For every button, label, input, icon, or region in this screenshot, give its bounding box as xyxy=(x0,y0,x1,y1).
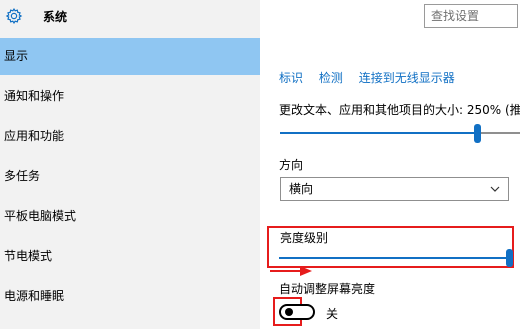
title-bar: 系统 xyxy=(0,0,260,34)
orientation-dropdown[interactable]: 横向 xyxy=(280,177,509,201)
gear-icon[interactable] xyxy=(5,7,23,25)
app-title: 系统 xyxy=(43,10,68,24)
sidebar: 系统 显示 通知和操作 应用和功能 多任务 平板电脑模式 节电模式 电源和睡眠 xyxy=(0,0,260,329)
auto-brightness-toggle[interactable] xyxy=(279,304,315,320)
sidebar-item-display[interactable]: 显示 xyxy=(0,38,260,75)
brightness-slider-track[interactable] xyxy=(279,257,511,259)
scale-label: 更改文本、应用和其他项目的大小: 250% (推 xyxy=(279,103,520,117)
orientation-value: 横向 xyxy=(289,182,314,196)
chevron-down-icon xyxy=(490,186,500,192)
sidebar-item-battery-saver[interactable]: 节电模式 xyxy=(0,238,260,275)
detect-link[interactable]: 检测 xyxy=(319,71,343,85)
toggle-state-label: 关 xyxy=(326,307,339,321)
arrow-right-icon xyxy=(270,266,312,276)
sidebar-item-tablet-mode[interactable]: 平板电脑模式 xyxy=(0,198,260,235)
auto-brightness-label: 自动调整屏幕亮度 xyxy=(279,282,376,296)
brightness-slider-fill xyxy=(279,257,509,259)
sidebar-item-apps-features[interactable]: 应用和功能 xyxy=(0,118,260,155)
identify-link[interactable]: 标识 xyxy=(279,71,303,85)
scale-slider-thumb[interactable] xyxy=(474,124,481,143)
search-input[interactable]: 查找设置 xyxy=(424,4,518,28)
connect-wireless-display-link[interactable]: 连接到无线显示器 xyxy=(359,71,455,85)
scale-slider-track[interactable] xyxy=(280,132,520,134)
sidebar-item-multitasking[interactable]: 多任务 xyxy=(0,158,260,195)
brightness-slider-thumb[interactable] xyxy=(506,249,513,267)
sidebar-item-power-sleep[interactable]: 电源和睡眠 xyxy=(0,278,260,315)
display-links: 标识 检测 连接到无线显示器 xyxy=(279,69,467,86)
sidebar-item-notifications[interactable]: 通知和操作 xyxy=(0,78,260,115)
toggle-knob xyxy=(285,308,293,316)
scale-slider-fill xyxy=(280,132,475,134)
brightness-label: 亮度级别 xyxy=(280,231,329,245)
orientation-label: 方向 xyxy=(279,158,304,172)
